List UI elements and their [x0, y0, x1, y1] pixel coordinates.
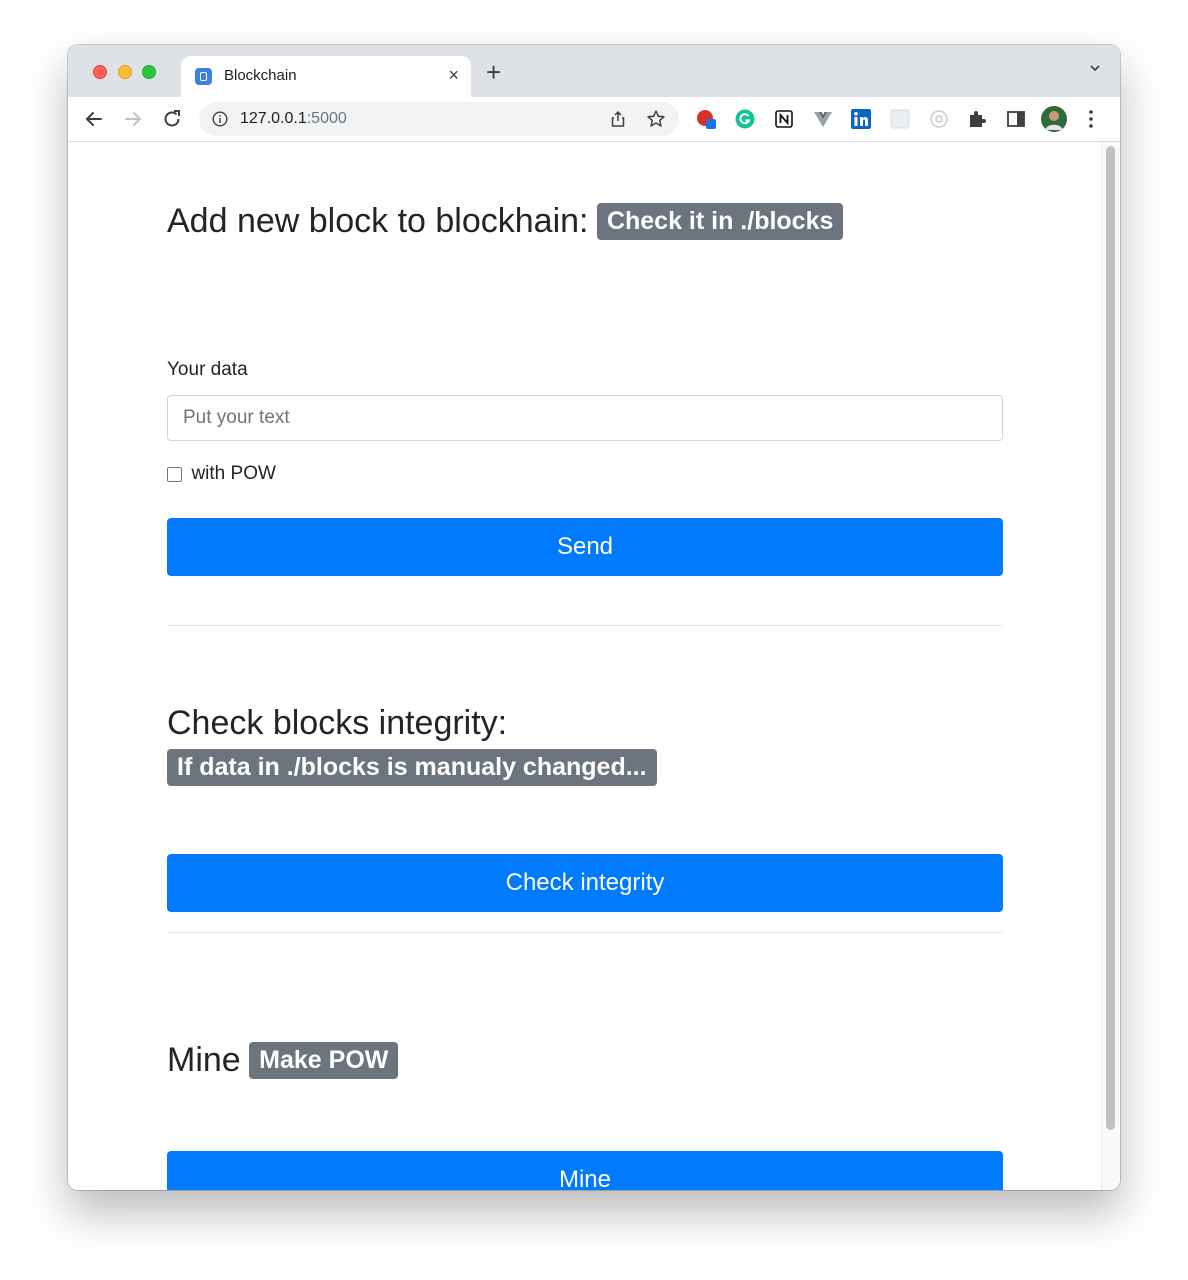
tab-strip: Blockchain × + [68, 45, 1120, 97]
vue-devtools-icon[interactable] [813, 109, 833, 129]
forward-arrow-icon[interactable] [121, 107, 145, 131]
adblock-icon[interactable] [696, 109, 716, 129]
close-window-button[interactable] [93, 65, 107, 79]
puzzle-icon[interactable] [967, 109, 987, 129]
tab-title: Blockchain [224, 67, 297, 84]
new-tab-button[interactable]: + [486, 58, 501, 86]
integrity-badge: If data in ./blocks is manualy changed..… [167, 749, 657, 786]
mine-heading: Mine [167, 1041, 241, 1079]
pow-checkbox[interactable] [167, 466, 182, 482]
make-pow-badge: Make POW [249, 1041, 399, 1079]
sidepanel-icon[interactable] [1006, 109, 1026, 129]
browser-window: Blockchain × + 127.0.0.1:5000 Add new bl… [68, 45, 1120, 1190]
bookmark-star-icon[interactable] [646, 109, 666, 129]
pow-checkbox-label[interactable]: with POW [191, 463, 275, 484]
kebab-menu-icon[interactable] [1088, 109, 1094, 129]
add-block-header: Add new block to blockhain: Check it in … [167, 200, 844, 242]
minimize-window-button[interactable] [118, 65, 132, 79]
mine-header: Mine Make POW [167, 1039, 399, 1081]
reload-icon[interactable] [160, 107, 184, 131]
send-button[interactable]: Send [167, 518, 1003, 576]
integrity-heading: Check blocks integrity: [167, 704, 508, 742]
scrollbar-thumb[interactable] [1106, 146, 1115, 1130]
blank-extension-icon[interactable] [890, 109, 910, 129]
favicon-icon [195, 68, 212, 85]
mine-button[interactable]: Mine [167, 1151, 1003, 1190]
address-bar[interactable]: 127.0.0.1:5000 [199, 102, 679, 136]
react-devtools-icon[interactable] [929, 109, 949, 129]
check-integrity-button[interactable]: Check integrity [167, 854, 1003, 912]
info-icon[interactable] [212, 111, 228, 127]
zoom-window-button[interactable] [142, 65, 156, 79]
pow-checkbox-row[interactable]: with POW [167, 463, 276, 485]
grammarly-icon[interactable] [735, 109, 755, 129]
page-viewport: Add new block to blockhain: Check it in … [68, 142, 1120, 1190]
url-text[interactable]: 127.0.0.1:5000 [240, 110, 347, 128]
linkedin-icon[interactable] [851, 109, 871, 129]
share-icon[interactable] [609, 110, 627, 128]
divider [167, 625, 1003, 626]
divider [167, 932, 1003, 933]
check-blocks-badge: Check it in ./blocks [596, 202, 844, 240]
tab-blockchain[interactable]: Blockchain × [181, 56, 471, 97]
vertical-scrollbar[interactable] [1101, 142, 1120, 1190]
browser-toolbar: 127.0.0.1:5000 [68, 97, 1120, 142]
data-input[interactable]: Put your text [167, 395, 1003, 441]
tab-close-icon[interactable]: × [448, 64, 459, 86]
notion-icon[interactable] [774, 109, 794, 129]
chevron-down-icon[interactable] [1090, 63, 1100, 73]
your-data-label: Your data [167, 359, 248, 380]
add-block-heading: Add new block to blockhain: [167, 202, 589, 240]
back-arrow-icon[interactable] [82, 107, 106, 131]
profile-avatar[interactable] [1041, 106, 1067, 132]
